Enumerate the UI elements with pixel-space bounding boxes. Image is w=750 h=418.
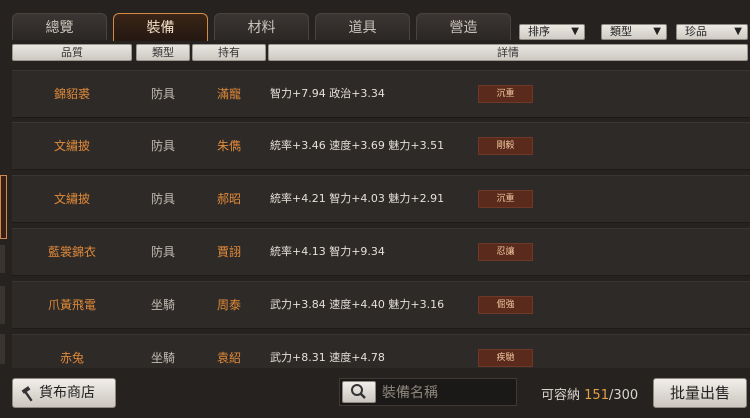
type-dropdown-label: 類型 (610, 25, 632, 38)
side-marker (0, 334, 5, 364)
item-type: 防具 (150, 87, 175, 101)
item-name: 錦貂裘 (53, 87, 90, 101)
bulk-sell-button[interactable]: 批量出售 (653, 378, 747, 408)
side-selection-marker (0, 175, 7, 239)
currency-shop-label: 貨布商店 (39, 385, 95, 401)
search-input[interactable] (380, 380, 518, 406)
equipment-list[interactable]: 錦貂裘 防具 滿寵 智力+7.94 政治+3.34 沉重 文繡披 防具 朱儁 統… (12, 70, 750, 368)
item-holder: 袁紹 (216, 351, 241, 365)
search-button[interactable] (342, 381, 376, 403)
table-row[interactable]: 赤兔 坐騎 袁紹 武力+8.31 速度+4.78 疾馳 (12, 334, 750, 368)
chevron-down-icon: ▼ (653, 26, 661, 37)
item-holder: 周泰 (216, 298, 241, 312)
item-details: 武力+3.84 速度+4.40 魅力+3.16 (270, 298, 445, 311)
type-dropdown[interactable]: 類型 ▼ (601, 24, 667, 40)
header-holder[interactable]: 持有 (192, 44, 266, 61)
tab-materials[interactable]: 材料 (214, 13, 309, 40)
tab-equipment[interactable]: 裝備 (113, 13, 208, 41)
search-box (339, 378, 518, 406)
table-row[interactable]: 文繡披 防具 朱儁 統率+3.46 速度+3.69 魅力+3.51 剛毅 (12, 122, 750, 170)
chevron-down-icon: ▼ (734, 26, 742, 37)
item-name: 文繡披 (53, 192, 90, 206)
capacity-current: 151 (584, 388, 609, 403)
header-quality[interactable]: 品質 (12, 44, 132, 61)
item-type: 坐騎 (150, 351, 175, 365)
side-marker (0, 286, 5, 324)
item-details: 統率+3.46 速度+3.69 魅力+3.51 (270, 139, 445, 152)
table-row[interactable]: 錦貂裘 防具 滿寵 智力+7.94 政治+3.34 沉重 (12, 70, 750, 118)
capacity-label: 可容納 (541, 388, 581, 403)
item-trait-badge: 沉重 (478, 190, 533, 208)
capacity-max: /300 (608, 388, 639, 403)
item-details: 武力+8.31 速度+4.78 (270, 351, 385, 364)
item-type: 防具 (150, 139, 175, 153)
item-details: 統率+4.13 智力+9.34 (270, 245, 385, 258)
tab-items[interactable]: 道具 (315, 13, 410, 40)
item-details: 智力+7.94 政治+3.34 (270, 87, 385, 100)
item-name: 赤兔 (59, 351, 84, 365)
item-type: 防具 (150, 192, 175, 206)
item-holder: 滿寵 (216, 87, 241, 101)
item-type: 防具 (150, 245, 175, 259)
currency-shop-button[interactable]: 貨布商店 (12, 378, 116, 408)
table-row[interactable]: 文繡披 防具 郝昭 統率+4.21 智力+4.03 魅力+2.91 沉重 (12, 175, 750, 223)
search-icon (351, 384, 366, 399)
tab-overview[interactable]: 總覽 (12, 13, 107, 40)
item-holder: 朱儁 (216, 139, 241, 153)
header-type[interactable]: 類型 (136, 44, 190, 61)
sort-dropdown[interactable]: 排序 ▼ (519, 24, 585, 40)
item-trait-badge: 沉重 (478, 85, 533, 103)
item-trait-badge: 倔強 (478, 296, 533, 314)
table-row[interactable]: 爪黃飛電 坐騎 周泰 武力+3.84 速度+4.40 魅力+3.16 倔強 (12, 281, 750, 329)
item-type: 坐騎 (150, 298, 175, 312)
sort-dropdown-label: 排序 (528, 25, 550, 38)
tab-construction[interactable]: 營造 (416, 13, 511, 40)
chevron-down-icon: ▼ (571, 26, 579, 37)
item-name: 文繡披 (53, 139, 90, 153)
item-trait-badge: 疾馳 (478, 349, 533, 367)
table-row[interactable]: 藍裳錦衣 防具 賈詡 統率+4.13 智力+9.34 忍讓 (12, 228, 750, 276)
item-trait-badge: 忍讓 (478, 243, 533, 261)
capacity-readout: 可容納 151/300 (541, 384, 638, 403)
item-name: 爪黃飛電 (47, 298, 96, 312)
rarity-dropdown[interactable]: 珍品 ▼ (676, 24, 748, 40)
item-holder: 郝昭 (216, 192, 241, 206)
item-name: 藍裳錦衣 (47, 245, 96, 259)
item-holder: 賈詡 (216, 245, 241, 259)
side-marker (0, 245, 5, 273)
item-details: 統率+4.21 智力+4.03 魅力+2.91 (270, 192, 445, 205)
item-trait-badge: 剛毅 (478, 137, 533, 155)
hammer-icon (21, 384, 37, 402)
header-details: 詳情 (268, 44, 748, 61)
rarity-dropdown-label: 珍品 (685, 25, 707, 38)
table-header: 品質 類型 持有 詳情 (12, 44, 750, 61)
